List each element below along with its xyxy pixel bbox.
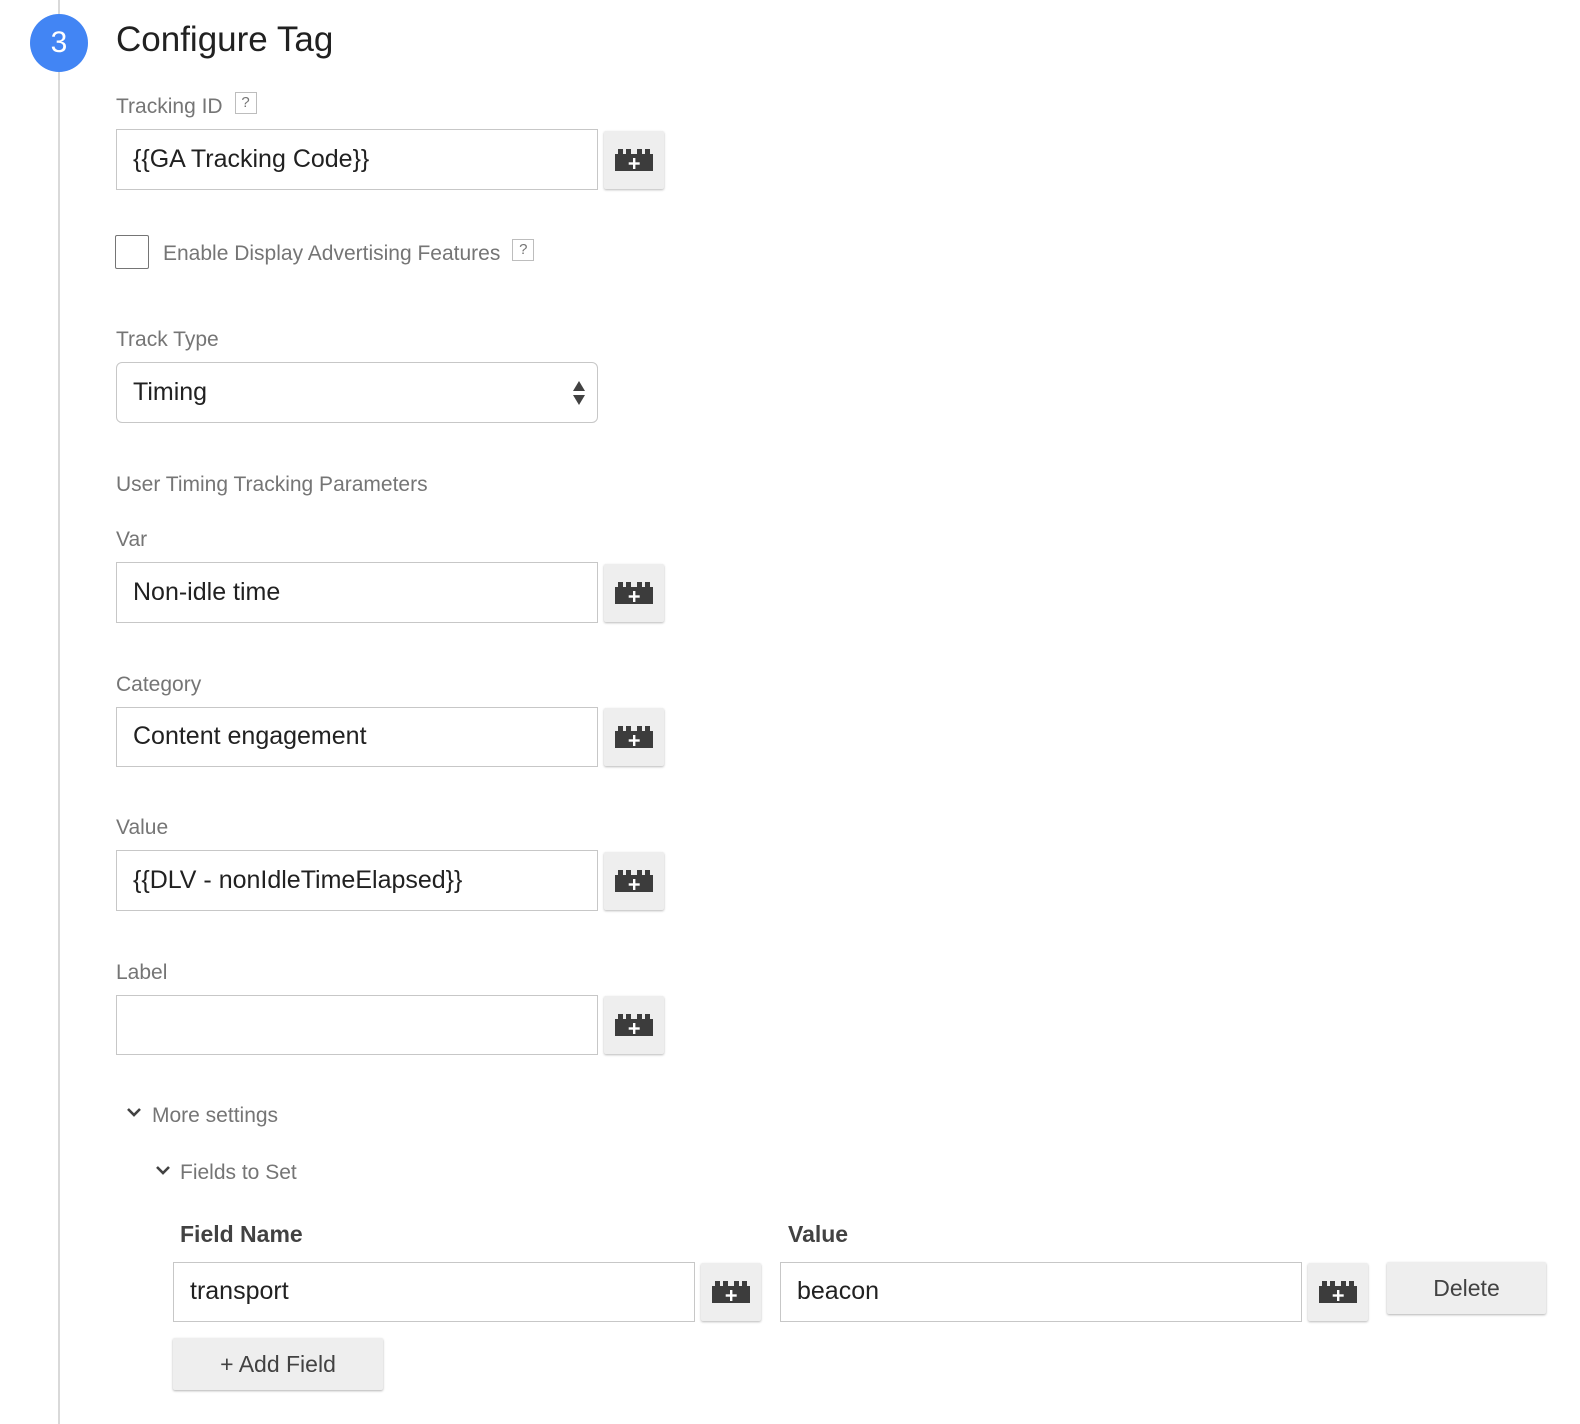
variable-brick-plus-icon: [615, 582, 653, 604]
label-field-label: Label: [116, 961, 168, 984]
display-advertising-label-text: Enable Display Advertising Features: [163, 242, 501, 265]
value-input[interactable]: {{DLV - nonIdleTimeElapsed}}: [116, 850, 598, 911]
label-variable-button[interactable]: [604, 996, 664, 1054]
section-title: Configure Tag: [116, 20, 334, 59]
display-advertising-checkbox[interactable]: [115, 235, 149, 269]
tracking-id-input[interactable]: {{GA Tracking Code}}: [116, 129, 598, 190]
variable-brick-plus-icon: [615, 870, 653, 892]
label-input[interactable]: [116, 995, 598, 1055]
tracking-id-label: Tracking ID?: [116, 92, 257, 119]
variable-brick-plus-icon: [712, 1281, 750, 1303]
variable-brick-plus-icon: [1319, 1281, 1357, 1303]
fields-to-set-toggle[interactable]: Fields to Set: [180, 1161, 297, 1185]
help-icon[interactable]: ?: [512, 239, 535, 262]
var-variable-button[interactable]: [604, 564, 664, 622]
category-variable-button[interactable]: [604, 708, 664, 766]
field-value-input[interactable]: beacon: [780, 1262, 1302, 1322]
tracking-id-label-text: Tracking ID: [116, 95, 223, 118]
variable-brick-plus-icon: [615, 149, 653, 171]
value-variable-button[interactable]: [604, 852, 664, 910]
category-label: Category: [116, 673, 202, 696]
step-number-badge: 3: [30, 14, 88, 72]
display-advertising-label: Enable Display Advertising Features?: [163, 239, 535, 266]
step-timeline-line: [58, 0, 60, 1424]
field-name-column-header: Field Name: [180, 1221, 303, 1247]
delete-field-button[interactable]: Delete: [1387, 1262, 1546, 1314]
var-input[interactable]: Non-idle time: [116, 562, 598, 623]
variable-brick-plus-icon: [615, 726, 653, 748]
chevron-down-icon[interactable]: [126, 1107, 142, 1118]
variable-brick-plus-icon: [615, 1014, 653, 1036]
field-value-variable-button[interactable]: [1308, 1263, 1368, 1321]
user-timing-section-title: User Timing Tracking Parameters: [116, 473, 428, 496]
more-settings-toggle[interactable]: More settings: [152, 1104, 278, 1128]
value-column-header: Value: [788, 1221, 849, 1247]
add-field-button[interactable]: + Add Field: [173, 1338, 383, 1390]
field-name-input[interactable]: transport: [173, 1262, 695, 1322]
value-label: Value: [116, 816, 169, 839]
track-type-label: Track Type: [116, 328, 219, 351]
track-type-selected-value: Timing: [133, 378, 208, 406]
field-name-variable-button[interactable]: [701, 1263, 761, 1321]
track-type-select[interactable]: Timing: [116, 362, 598, 423]
chevron-down-icon[interactable]: [155, 1165, 171, 1176]
category-input[interactable]: Content engagement: [116, 707, 598, 767]
select-arrows-icon: [573, 381, 585, 405]
tracking-id-variable-button[interactable]: [604, 131, 664, 189]
help-icon[interactable]: ?: [234, 92, 257, 115]
var-label: Var: [116, 528, 148, 551]
